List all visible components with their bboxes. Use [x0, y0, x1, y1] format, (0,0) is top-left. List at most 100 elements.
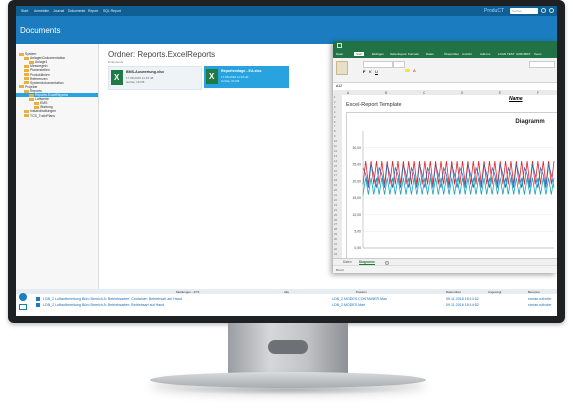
file-item-selected[interactable]: Reportvorlage - EA.xlsx 17.08.2016 11:22…	[204, 66, 289, 88]
row-header[interactable]: 11	[334, 145, 337, 148]
column-header[interactable]: E	[499, 91, 501, 95]
row-header[interactable]: 4	[334, 111, 335, 114]
row-header[interactable]: 6	[334, 121, 335, 124]
font-name-select[interactable]	[363, 61, 393, 68]
row-header[interactable]: 32	[334, 248, 337, 251]
row-header[interactable]: 30	[334, 238, 337, 241]
row-header[interactable]: 12	[334, 150, 337, 153]
file-item[interactable]: BMS-Auswertung.xlsx 17.08.2016 11:15:48 …	[108, 66, 202, 90]
menu-start[interactable]: Start	[21, 9, 28, 13]
column-header-user[interactable]: Benutzer	[528, 290, 540, 294]
ribbon-tab[interactable]: LOAD TEST	[498, 52, 515, 56]
row-header[interactable]: 9	[334, 135, 335, 138]
row-header[interactable]: 20	[334, 189, 337, 192]
save-icon[interactable]	[337, 43, 342, 48]
column-header[interactable]: D	[461, 91, 463, 95]
underline-button[interactable]: U	[375, 69, 378, 74]
ribbon-tab[interactable]: Team	[534, 52, 541, 56]
add-sheet-icon[interactable]	[385, 260, 389, 265]
alarm-text: LDB_2 Luftaufbereitung Büro Bereich A: B…	[43, 297, 182, 301]
ribbon-tab[interactable]: Formeln	[408, 52, 419, 56]
fill-color-button[interactable]	[405, 69, 410, 72]
row-header[interactable]: 1	[334, 96, 335, 99]
row-header[interactable]: 2	[334, 101, 335, 104]
y-tick-label: 25,00	[353, 163, 362, 167]
alarm-filter-header[interactable]: Alle	[284, 290, 289, 294]
row-header[interactable]: 18	[334, 179, 337, 182]
row-header[interactable]: 16	[334, 170, 337, 173]
menu-report[interactable]: Report	[88, 9, 98, 13]
excel-window[interactable]: Datei Start Einfügen Seitenlayout Formeln Dat…	[333, 41, 557, 273]
ribbon-tab[interactable]: Seitenlayout	[390, 52, 407, 56]
row-header[interactable]: 19	[334, 184, 337, 187]
sidebar-item[interactable]: TCS_TrafoPlans	[24, 114, 55, 118]
row-header[interactable]: 24	[334, 209, 337, 212]
column-header-shown[interactable]: Angezeigt	[488, 290, 501, 294]
row-header[interactable]: 3	[334, 106, 335, 109]
row-header[interactable]: 29	[334, 233, 337, 236]
row-header[interactable]: 25	[334, 214, 337, 217]
number-format-select[interactable]	[529, 61, 555, 68]
row-header[interactable]: 10	[334, 140, 337, 143]
menu-anmelden[interactable]: Anmelden	[34, 9, 49, 13]
cell-reference[interactable]: A12	[336, 84, 342, 88]
row-header[interactable]: 22	[334, 199, 337, 202]
row-header[interactable]: 26	[334, 219, 337, 222]
menu-journal[interactable]: Journal	[53, 9, 64, 13]
column-header[interactable]: B	[385, 91, 387, 95]
template-title-cell[interactable]: Excel-Report Template	[346, 102, 402, 108]
column-header[interactable]: A	[347, 91, 349, 95]
ribbon-tab[interactable]: Datei	[336, 52, 343, 56]
user-icon[interactable]	[549, 8, 554, 13]
ribbon-tab[interactable]: Einfügen	[372, 52, 384, 56]
row-header[interactable]: 13	[334, 155, 337, 158]
help-icon[interactable]	[541, 8, 546, 13]
row-header[interactable]: 21	[334, 194, 337, 197]
row-header[interactable]: 17	[334, 174, 337, 177]
row-header[interactable]: 27	[334, 223, 337, 226]
row-header[interactable]: 31	[334, 243, 337, 246]
alarm-position: LDB_2.MODES.CONTAINER.Man	[332, 297, 388, 301]
ribbon-tab[interactable]: Überprüfen	[444, 52, 459, 56]
row-header[interactable]: 23	[334, 204, 337, 207]
row-header[interactable]: 5	[334, 116, 335, 119]
paste-icon[interactable]	[336, 61, 348, 75]
ribbon-tab[interactable]: Daten	[426, 52, 434, 56]
alarm-row[interactable]: LDB_2 Luftaufbereitung Büro Bereich A: B…	[36, 303, 557, 308]
file-size: Größe: 16 KB	[126, 80, 145, 84]
row-header[interactable]: 15	[334, 165, 337, 168]
row-header[interactable]: 7	[334, 125, 335, 128]
ribbon-tab[interactable]: Add-Ins	[480, 52, 490, 56]
row-header[interactable]: 28	[334, 228, 337, 231]
row-header[interactable]: 33	[334, 253, 337, 256]
font-color-button[interactable]: A	[413, 68, 416, 73]
row-header[interactable]: 14	[334, 160, 337, 163]
chart-title: Diagramm	[515, 119, 544, 125]
alignment-group[interactable]	[433, 63, 463, 73]
font-size-select[interactable]	[393, 61, 405, 68]
ribbon-tab[interactable]: Ansicht	[462, 52, 472, 56]
column-header-time[interactable]: Datum/Zeit	[446, 290, 461, 294]
info-icon[interactable]	[19, 293, 27, 301]
alarm-count-header: Meldungen - 2/73	[176, 290, 200, 294]
file-name: BMS-Auswertung.xlsx	[126, 70, 164, 74]
alarm-row[interactable]: LDB_2 Luftaufbereitung Büro Bereich A: B…	[36, 297, 557, 302]
menu-dokumente[interactable]: Dokumente	[68, 9, 85, 13]
name-label-cell[interactable]: Name	[509, 96, 523, 102]
bold-button[interactable]: F	[363, 69, 365, 74]
chart-area[interactable]: Diagramm 0,00 5,00 10,00 15,00 20,00 25,00 30,0…	[346, 112, 557, 259]
row-header[interactable]: 8	[334, 130, 335, 133]
column-header[interactable]: F	[537, 91, 539, 95]
excel-ribbon: F K U A	[333, 58, 557, 83]
y-tick-label: 15,00	[353, 196, 362, 200]
search-input[interactable]: Suchen	[510, 8, 538, 14]
ribbon-tab[interactable]: Start	[354, 52, 365, 56]
italic-button[interactable]: K	[369, 69, 372, 74]
sheet-tab-daten[interactable]: Daten	[343, 260, 352, 264]
column-header-position[interactable]: Position	[356, 290, 367, 294]
menu-sql-report[interactable]: SQL Report	[103, 9, 121, 13]
chart-icon[interactable]	[19, 304, 27, 310]
ribbon-tab[interactable]: ACROBAT	[516, 52, 530, 56]
column-header[interactable]: C	[423, 91, 425, 95]
alarm-text: LDB_2 Luftaufbereitung Büro Bereich A: B…	[43, 303, 165, 307]
